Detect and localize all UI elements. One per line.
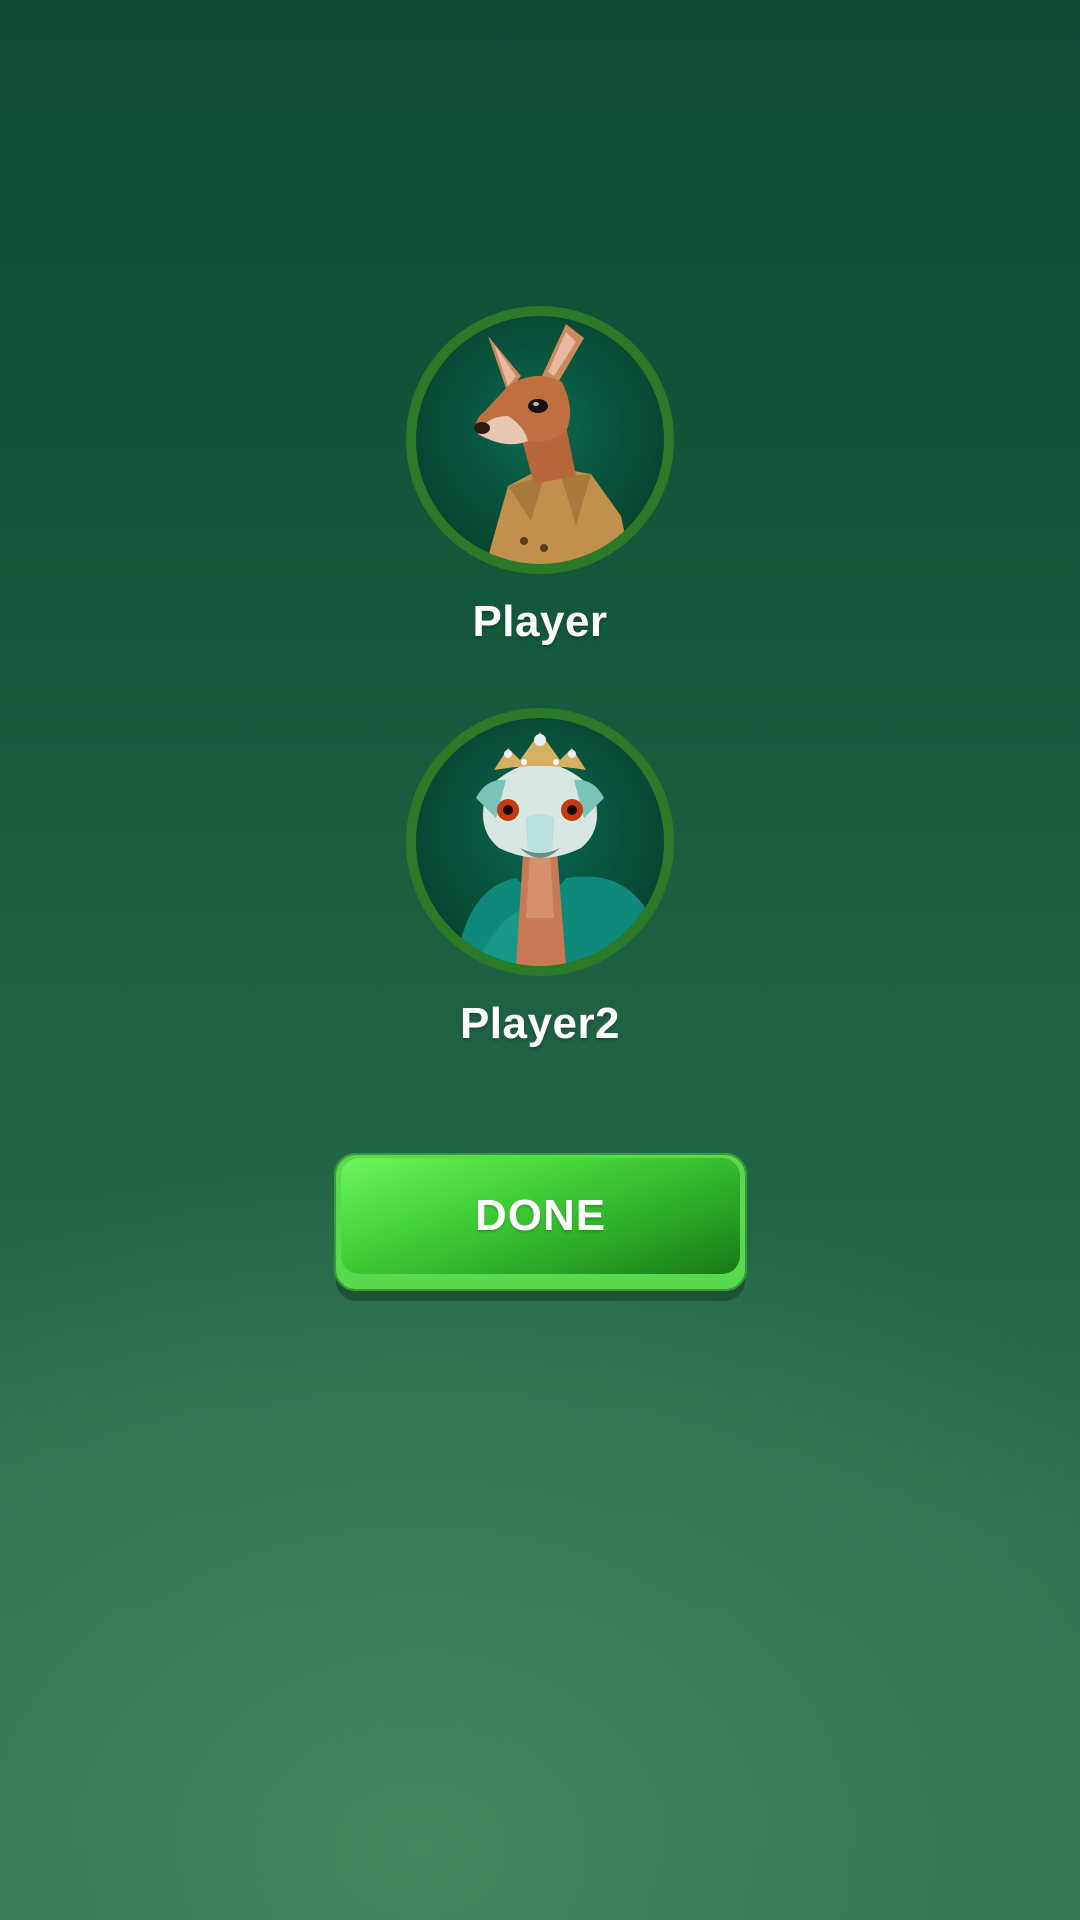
- done-button-face[interactable]: DONE: [341, 1158, 740, 1274]
- ostrich-icon: [456, 732, 656, 966]
- done-button-label: DONE: [474, 1191, 607, 1240]
- kangaroo-avatar[interactable]: [406, 306, 674, 574]
- player-name: Player: [472, 597, 608, 646]
- kangaroo-icon: [474, 324, 631, 564]
- player-2-card: Player2: [0, 708, 1080, 1050]
- done-button[interactable]: DONE: [334, 1153, 747, 1291]
- player-name: Player2: [459, 999, 621, 1048]
- ostrich-avatar[interactable]: [406, 708, 674, 976]
- player-1-card: Player: [0, 306, 1080, 648]
